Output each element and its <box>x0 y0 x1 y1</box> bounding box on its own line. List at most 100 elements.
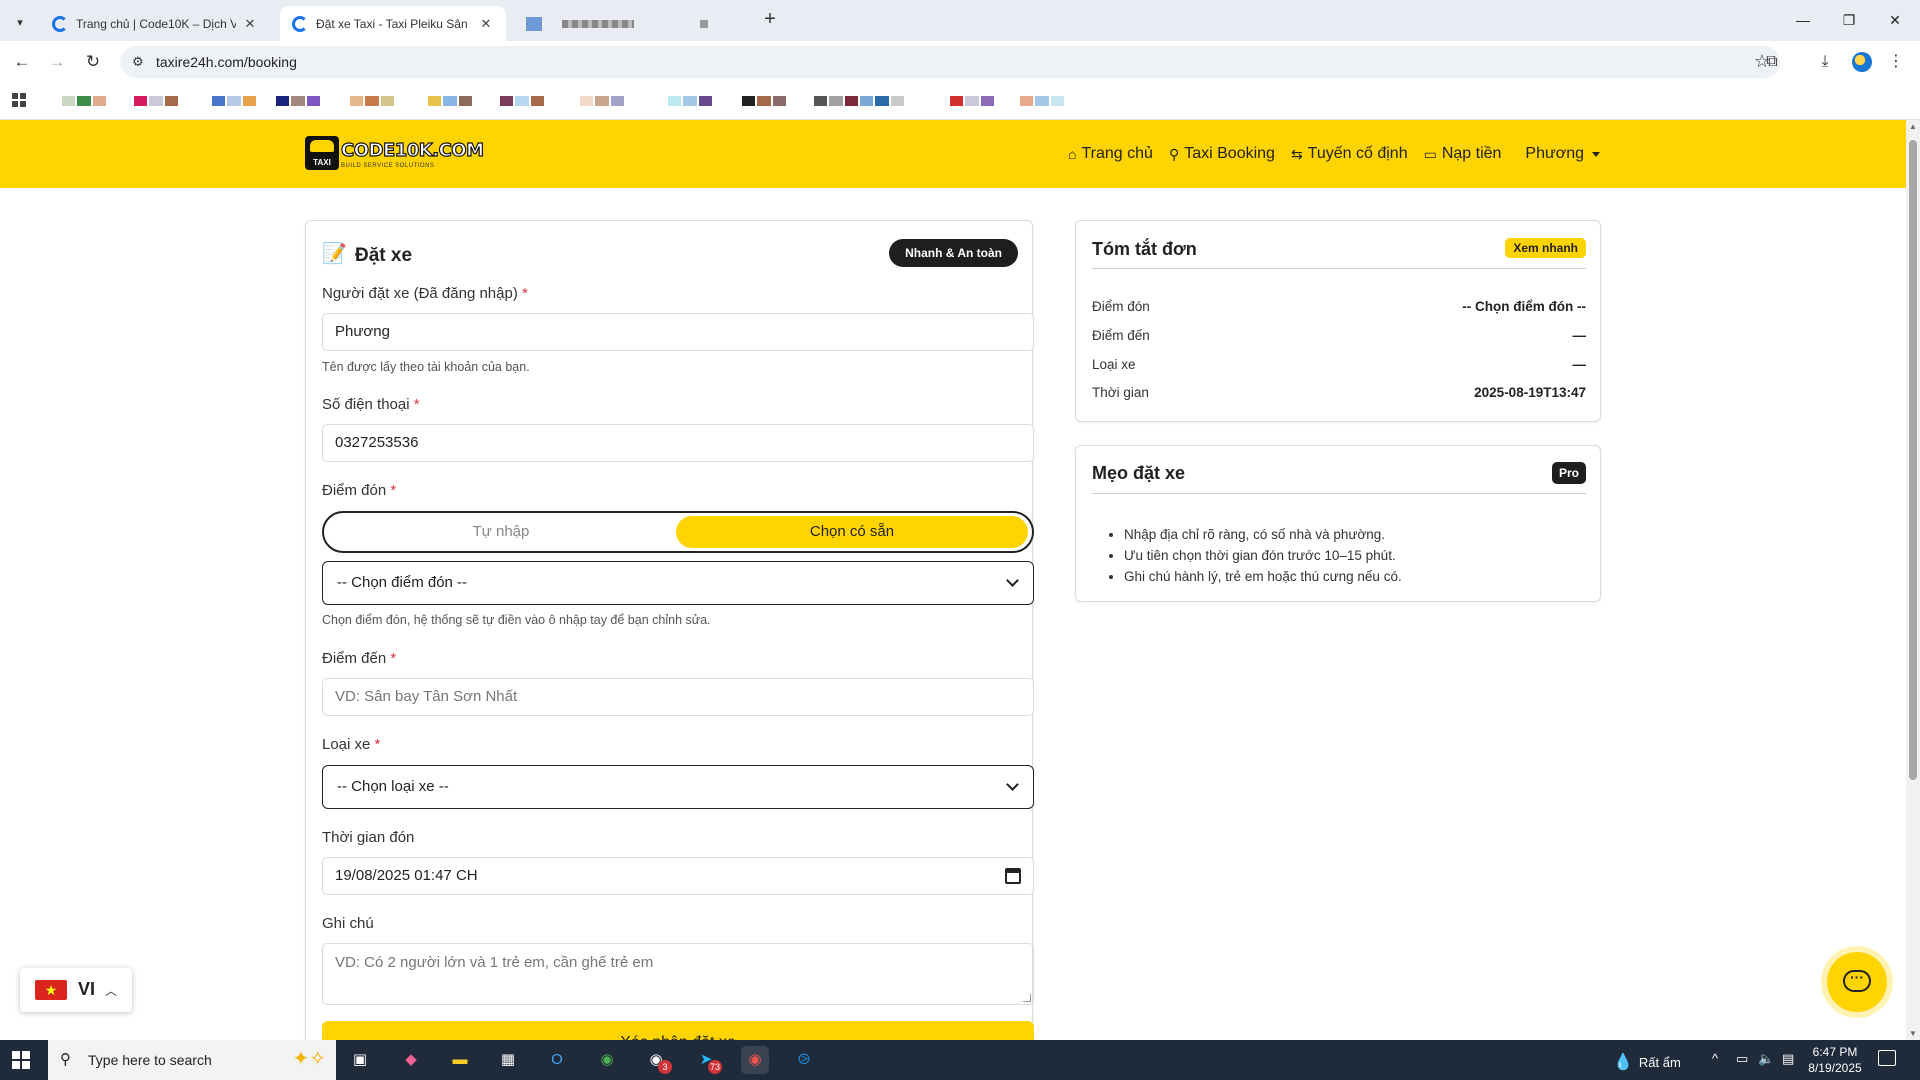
notification-badge: 73 <box>708 1060 722 1074</box>
telegram-icon[interactable]: ➤ 73 <box>692 1046 722 1074</box>
chrome-icon[interactable]: ◉ <box>593 1046 621 1074</box>
bookmark-item[interactable] <box>350 96 394 106</box>
clock-date: 8/19/2025 <box>1808 1061 1862 1075</box>
name-input[interactable]: Phương <box>322 313 1034 351</box>
chat-button[interactable]: ··· <box>1827 952 1887 1012</box>
resize-grip-icon[interactable] <box>1023 994 1031 1002</box>
profile-avatar[interactable] <box>1852 52 1872 72</box>
site-logo[interactable]: TAXI CODE10K.COM BUILD SERVICE SOLUTIONS <box>305 136 485 170</box>
clock-time: 6:47 PM <box>1812 1045 1858 1059</box>
tab-code10k-home[interactable]: Trang chủ | Code10K – Dịch Vụ ✕ <box>40 6 270 41</box>
language-switcher[interactable]: VI ︿ <box>20 968 132 1012</box>
weather-widget[interactable]: 💧 Rất ẩm <box>1613 1052 1681 1072</box>
chevron-up-icon[interactable]: ^ <box>1712 1051 1718 1066</box>
required-mark: * <box>374 736 381 753</box>
name-label: Người đặt xe (Đã đăng nhập) * <box>322 285 528 302</box>
close-window-button[interactable]: ✕ <box>1872 6 1918 34</box>
calendar-icon[interactable] <box>1005 868 1021 884</box>
weather-text: Rất ẩm <box>1638 1055 1681 1070</box>
tab-blurred[interactable] <box>514 6 750 41</box>
phone-input[interactable]: 0327253536 <box>322 424 1034 462</box>
address-bar[interactable]: ⚙ taxire24h.com/booking ☆ <box>120 46 1780 78</box>
scroll-up-icon[interactable]: ▲ <box>1906 122 1920 131</box>
nav-link-top-up[interactable]: ▭ Nạp tiền <box>1424 145 1502 163</box>
pickup-time-input[interactable]: 19/08/2025 01:47 CH <box>322 857 1034 895</box>
windows-start-icon[interactable] <box>12 1051 30 1069</box>
restore-button[interactable]: ❐ <box>1826 6 1872 34</box>
chrome-profile-icon[interactable]: ◉ 3 <box>642 1046 672 1074</box>
tips-title: Mẹo đặt xe <box>1092 463 1186 483</box>
extensions-icon[interactable]: ⧉ <box>1760 50 1784 74</box>
pickup-mode-preset[interactable]: Chọn có sẵn <box>676 516 1028 548</box>
new-tab-button[interactable]: + <box>758 8 782 32</box>
logo-tagline: BUILD SERVICE SOLUTIONS <box>341 163 435 169</box>
site-info-icon[interactable]: ⚙ <box>132 54 144 70</box>
confirm-booking-button[interactable]: Xác nhận đặt xe <box>322 1021 1034 1040</box>
file-explorer-icon[interactable]: ▬ <box>446 1046 474 1074</box>
bookmark-item[interactable] <box>62 96 106 106</box>
bookmark-item[interactable] <box>500 96 544 106</box>
destination-input[interactable]: VD: Sân bay Tân Sơn Nhất <box>322 678 1034 716</box>
bookmark-item[interactable] <box>742 96 786 106</box>
tab-close-icon[interactable]: ✕ <box>242 16 258 32</box>
vehicle-select[interactable]: -- Chọn loại xe -- <box>322 765 1034 809</box>
tab-favicon-icon <box>52 15 68 32</box>
back-icon[interactable]: ← <box>10 50 34 74</box>
volume-icon[interactable]: 🔈 <box>1758 1051 1774 1067</box>
download-icon[interactable]: ⤓ <box>1813 50 1837 74</box>
tab-booking[interactable]: Đặt xe Taxi - Taxi Pleiku Sân Bay ✕ <box>280 6 506 41</box>
phone-label: Số điện thoại * <box>322 396 420 413</box>
url-text: taxire24h.com/booking <box>156 54 297 70</box>
humidity-drop-icon: 💧 <box>1613 1054 1633 1071</box>
pickup-select[interactable]: -- Chọn điểm đón -- <box>322 561 1034 605</box>
note-textarea[interactable]: VD: Có 2 người lớn và 1 trẻ em, cần ghế … <box>322 943 1034 1005</box>
vehicle-select-value: -- Chọn loại xe -- <box>337 778 449 795</box>
nav-link-taxi-booking[interactable]: ⚲ Taxi Booking <box>1169 145 1275 163</box>
bookmark-item[interactable] <box>860 96 904 106</box>
system-clock[interactable]: 6:47 PM 8/19/2025 <box>1803 1044 1867 1076</box>
task-view-icon[interactable]: ▣ <box>346 1046 374 1074</box>
scroll-thumb[interactable] <box>1909 140 1917 780</box>
taskbar-search[interactable]: ⚲ Type here to search ✦✧ <box>48 1040 336 1080</box>
tab-favicon-icon <box>292 15 308 32</box>
tab-close-icon[interactable]: ✕ <box>478 16 494 32</box>
bookmark-item[interactable] <box>428 96 472 106</box>
apps-grid-icon[interactable] <box>12 93 26 107</box>
outlook-icon[interactable]: O <box>543 1046 571 1074</box>
scroll-down-icon[interactable]: ▼ <box>1906 1029 1920 1038</box>
chrome-active-icon[interactable]: ◉ <box>741 1046 769 1074</box>
bookmark-item[interactable] <box>950 96 994 106</box>
reload-icon[interactable]: ↻ <box>81 50 105 74</box>
tip-item: Nhập địa chỉ rõ ràng, có số nhà và phườn… <box>1124 524 1402 545</box>
tab-close-icon[interactable] <box>700 19 708 28</box>
nav-link-home[interactable]: ⌂ Trang chủ <box>1068 145 1153 163</box>
camera-icon[interactable]: ▭ <box>1736 1051 1748 1067</box>
pickup-mode-manual[interactable]: Tự nhập <box>328 516 674 548</box>
minimize-button[interactable]: — <box>1780 6 1826 34</box>
bookmark-item[interactable] <box>580 96 624 106</box>
logo-wordmark: CODE10K.COM <box>340 139 484 161</box>
bookmark-item[interactable] <box>668 96 712 106</box>
nav-link-fixed-routes[interactable]: ⇆ Tuyến cố định <box>1291 145 1408 163</box>
user-dropdown[interactable]: Phương <box>1525 145 1600 163</box>
taskbar-search-text: Type here to search <box>88 1052 212 1068</box>
bookmark-item[interactable] <box>212 96 256 106</box>
vietnam-flag-icon <box>35 980 67 1000</box>
pro-badge: Pro <box>1551 462 1586 484</box>
notification-center-icon[interactable] <box>1878 1050 1896 1066</box>
map-pin-icon: ⚲ <box>1168 145 1180 162</box>
menu-kebab-icon[interactable]: ⋮ <box>1884 50 1908 74</box>
bookmark-item[interactable] <box>276 96 320 106</box>
bookmark-item[interactable] <box>134 96 178 106</box>
safety-badge: Nhanh & An toàn <box>889 239 1018 267</box>
store-icon[interactable]: ▦ <box>494 1046 522 1074</box>
pickup-mode-toggle: Tự nhập Chọn có sẵn <box>322 511 1034 553</box>
network-icon[interactable]: ▤ <box>1782 1051 1794 1067</box>
page-scrollbar[interactable]: ▲ ▼ <box>1906 120 1920 1040</box>
forward-icon[interactable]: → <box>45 50 69 74</box>
bookmark-item[interactable] <box>1020 96 1064 106</box>
copilot-icon[interactable]: ◆ <box>397 1046 425 1074</box>
vscode-icon[interactable]: ⧁ <box>790 1046 818 1074</box>
tab-search-icon[interactable]: ▾ <box>8 10 32 34</box>
bookmark-item[interactable] <box>814 96 858 106</box>
